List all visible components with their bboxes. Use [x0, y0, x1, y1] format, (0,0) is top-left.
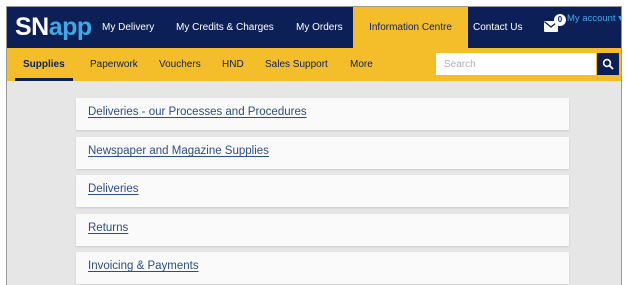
section-link[interactable]: Returns [88, 222, 128, 234]
nav-my-orders[interactable]: My Orders [296, 7, 343, 48]
section-card[interactable]: Newspaper and Magazine Supplies [76, 137, 569, 169]
tab-sales-support[interactable]: Sales Support [265, 48, 328, 81]
nav-information-centre[interactable]: Information Centre [353, 7, 468, 48]
logo-app: app [48, 13, 92, 41]
tab-vouchers[interactable]: Vouchers [159, 48, 201, 81]
my-account-menu[interactable]: My account ▾ [567, 13, 621, 24]
section-card[interactable]: Deliveries [76, 175, 569, 207]
chevron-down-icon: ▾ [618, 13, 621, 24]
snapp-logo[interactable]: SNapp [15, 12, 92, 42]
tab-supplies[interactable]: Supplies [23, 48, 65, 81]
logo-sn: SN [15, 13, 49, 41]
nav-my-delivery[interactable]: My Delivery [102, 7, 154, 48]
my-account-label: My account [567, 13, 616, 24]
section-link[interactable]: Deliveries [88, 183, 139, 195]
tab-more[interactable]: More [350, 48, 373, 81]
mail-count-badge: 0 [554, 14, 566, 26]
section-card[interactable]: Returns [76, 214, 569, 246]
nav-my-credits-charges[interactable]: My Credits & Charges [176, 7, 274, 48]
section-card[interactable]: Invoicing & Payments [76, 252, 569, 284]
tab-paperwork[interactable]: Paperwork [90, 48, 138, 81]
nav-contact-us[interactable]: Contact Us [473, 7, 522, 48]
section-link[interactable]: Invoicing & Payments [88, 260, 199, 272]
section-link[interactable]: Newspaper and Magazine Supplies [88, 145, 269, 157]
section-link[interactable]: Deliveries - our Processes and Procedure… [88, 106, 307, 118]
search-input[interactable] [436, 53, 596, 75]
section-card[interactable]: Deliveries - our Processes and Procedure… [76, 98, 569, 130]
sub-navbar: Supplies Paperwork Vouchers HND Sales Su… [7, 48, 621, 81]
tab-hnd[interactable]: HND [222, 48, 244, 81]
top-navbar: SNapp My Delivery My Credits & Charges M… [7, 7, 621, 48]
search-button[interactable] [597, 53, 619, 75]
search-icon [602, 58, 614, 70]
information-sections-panel: Deliveries - our Processes and Procedure… [7, 81, 621, 285]
app-window: SNapp My Delivery My Credits & Charges M… [6, 6, 622, 285]
